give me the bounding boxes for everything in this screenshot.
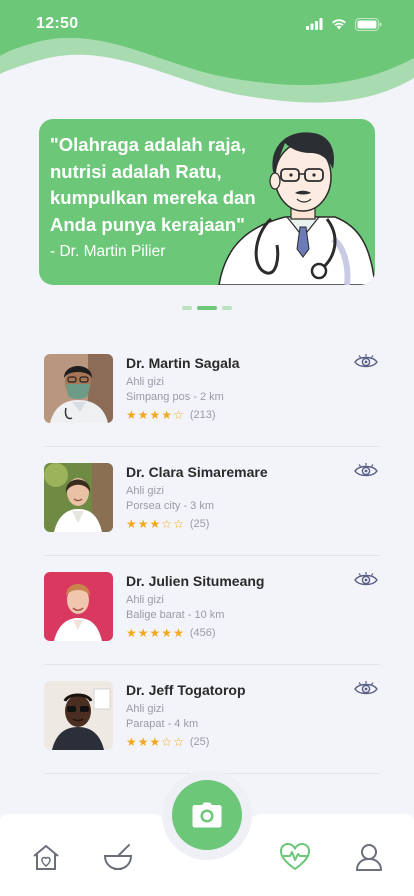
review-count: (213) (189, 409, 216, 421)
star-filled-icon: ★ (137, 517, 149, 531)
doctor-name: Dr. Julien Situmeang (126, 573, 265, 589)
star-rating: ★ ★ ★ ☆ ☆ (126, 736, 184, 748)
doctor-rating: ★ ★ ★ ☆ ☆ (25) (126, 518, 209, 530)
status-bar: 12:50 (0, 0, 414, 48)
star-filled-icon: ★ (137, 626, 149, 640)
bowl-icon[interactable] (103, 842, 133, 872)
eye-icon[interactable] (354, 463, 378, 479)
star-filled-icon: ★ (149, 735, 161, 749)
star-filled-icon: ★ (137, 735, 149, 749)
doctor-row[interactable]: Dr. Julien Situmeang Ahli gizi Balige ba… (44, 556, 380, 665)
doctor-avatar (44, 681, 113, 750)
star-filled-icon: ★ (161, 626, 173, 640)
star-empty-icon: ☆ (173, 735, 184, 749)
star-filled-icon: ★ (149, 517, 161, 531)
heart-pulse-icon[interactable] (280, 842, 310, 872)
star-filled-icon: ★ (149, 626, 161, 640)
doctor-role: Ahli gizi (126, 485, 164, 497)
carousel-dot[interactable] (182, 306, 192, 310)
star-filled-icon: ★ (126, 517, 137, 531)
doctor-row[interactable]: Dr. Jeff Togatorop Ahli gizi Parapat - 4… (44, 665, 380, 774)
star-filled-icon: ★ (126, 408, 137, 422)
battery-icon (355, 17, 382, 31)
doctor-illustration (218, 132, 375, 285)
star-filled-icon: ★ (126, 735, 137, 749)
carousel-indicator[interactable] (0, 306, 414, 310)
doctor-rating: ★ ★ ★ ★ ☆ (213) (126, 409, 216, 421)
doctor-name: Dr. Martin Sagala (126, 355, 240, 371)
star-empty-icon: ☆ (161, 735, 173, 749)
star-rating: ★ ★ ★ ★ ☆ (126, 409, 184, 421)
carousel-dot[interactable] (222, 306, 232, 310)
doctor-row[interactable]: Dr. Clara Simaremare Ahli gizi Porsea ci… (44, 447, 380, 556)
review-count: (456) (189, 627, 216, 639)
star-filled-icon: ★ (149, 408, 161, 422)
doctor-role: Ahli gizi (126, 376, 164, 388)
doctor-name: Dr. Clara Simaremare (126, 464, 268, 480)
doctor-avatar (44, 463, 113, 532)
quote-banner[interactable]: "Olahraga adalah raja, nutrisi adalah Ra… (39, 119, 375, 285)
doctor-list: Dr. Martin Sagala Ahli gizi Simpang pos … (44, 338, 380, 774)
banner-author: - Dr. Martin Pilier (50, 243, 166, 260)
star-filled-icon: ★ (161, 408, 173, 422)
star-empty-icon: ☆ (173, 517, 184, 531)
doctor-avatar (44, 572, 113, 641)
star-empty-icon: ☆ (161, 517, 173, 531)
status-time: 12:50 (36, 15, 79, 32)
review-count: (25) (189, 736, 210, 748)
doctor-location: Parapat - 4 km (126, 718, 199, 730)
doctor-name: Dr. Jeff Togatorop (126, 682, 246, 698)
home-icon[interactable] (31, 842, 61, 872)
review-count: (25) (189, 518, 210, 530)
star-filled-icon: ★ (126, 626, 137, 640)
doctor-avatar (44, 354, 113, 423)
eye-icon[interactable] (354, 681, 378, 697)
camera-icon (192, 802, 222, 828)
doctor-rating: ★ ★ ★ ★ ★ (456) (126, 627, 216, 639)
star-rating: ★ ★ ★ ☆ ☆ (126, 518, 184, 530)
camera-button[interactable] (172, 780, 242, 850)
doctor-rating: ★ ★ ★ ☆ ☆ (25) (126, 736, 209, 748)
star-filled-icon: ★ (173, 626, 184, 640)
doctor-role: Ahli gizi (126, 594, 164, 606)
doctor-row[interactable]: Dr. Martin Sagala Ahli gizi Simpang pos … (44, 338, 380, 447)
eye-icon[interactable] (354, 354, 378, 370)
star-rating: ★ ★ ★ ★ ★ (126, 627, 184, 639)
star-filled-icon: ★ (137, 408, 149, 422)
profile-icon[interactable] (354, 842, 384, 872)
doctor-location: Porsea city - 3 km (126, 500, 215, 512)
doctor-location: Balige barat - 10 km (126, 609, 225, 621)
wifi-icon (332, 19, 346, 30)
signal-icon (306, 18, 323, 30)
status-icons (306, 17, 382, 31)
star-empty-icon: ☆ (173, 408, 184, 422)
eye-icon[interactable] (354, 572, 378, 588)
carousel-dot-active[interactable] (197, 306, 217, 310)
doctor-location: Simpang pos - 2 km (126, 391, 224, 403)
doctor-role: Ahli gizi (126, 703, 164, 715)
